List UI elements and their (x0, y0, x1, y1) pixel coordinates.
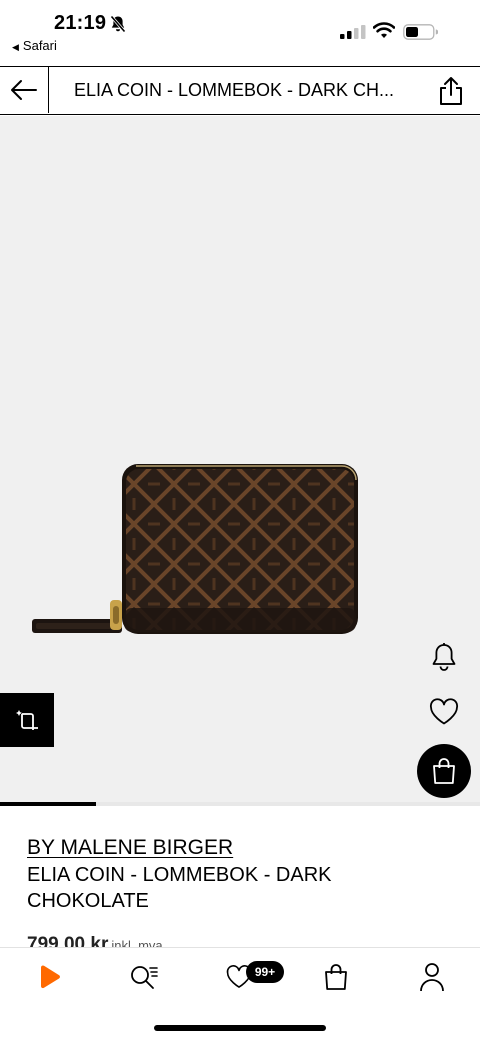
price-row: 799,00 kr inkl. mva. (27, 934, 166, 948)
nav-home[interactable] (34, 960, 64, 994)
brand-link[interactable]: BY MALENE BIRGER (27, 836, 233, 860)
nav-account[interactable] (418, 960, 446, 994)
shopping-bag-icon (325, 964, 347, 990)
size-fit-button[interactable] (0, 693, 54, 747)
back-button[interactable] (0, 67, 49, 113)
share-icon[interactable] (438, 76, 464, 106)
back-triangle-icon: ◀ (12, 42, 19, 52)
nav-search[interactable] (128, 960, 160, 994)
shopping-bag-icon (433, 758, 455, 784)
back-arrow-icon (11, 80, 37, 100)
status-time: 21:19 (54, 12, 107, 34)
product-price: 799,00 kr (27, 934, 109, 948)
search-icon (131, 966, 158, 989)
page-title: ELIA COIN - LOMMEBOK - DARK CH... (74, 80, 395, 100)
user-icon (420, 963, 444, 992)
back-app-label: Safari (22, 38, 57, 53)
status-bar: 21:19 ◀ Safari (0, 0, 480, 62)
back-to-safari[interactable]: ◀ Safari (12, 38, 57, 53)
product-name: ELIA COIN - LOMMEBOK - DARK CHOKOLATE (27, 864, 332, 912)
product-image (32, 464, 358, 634)
wishlist-count-badge: 99+ (246, 961, 284, 983)
size-fit-icon (16, 710, 38, 730)
bell-slash-icon (110, 15, 126, 33)
bell-icon[interactable] (430, 642, 458, 672)
gallery-progress-bar (0, 802, 480, 806)
wifi-icon (373, 22, 395, 38)
home-logo-icon (41, 965, 60, 989)
cellular-signal-icon (340, 25, 366, 39)
gallery-progress-fill (0, 802, 96, 806)
nav-bag[interactable] (322, 960, 350, 994)
heart-icon[interactable] (428, 698, 460, 726)
product-image-gallery[interactable] (0, 116, 480, 802)
product-header: ELIA COIN - LOMMEBOK - DARK CH... (0, 66, 480, 115)
battery-icon (403, 24, 438, 40)
bottom-navigation: 99+ (0, 947, 480, 1040)
add-to-bag-button[interactable] (417, 744, 471, 798)
home-indicator (154, 1025, 326, 1031)
